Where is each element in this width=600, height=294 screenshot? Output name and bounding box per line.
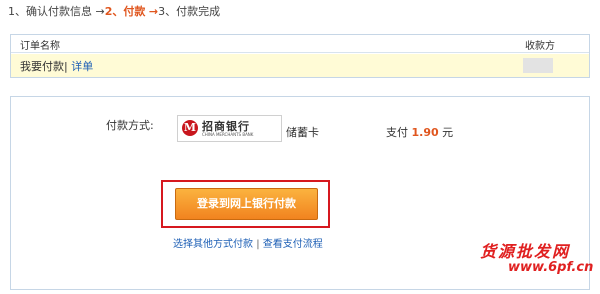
order-table: 订单名称 收款方 我要付款| 详单 [10, 34, 590, 78]
other-payment-method-link[interactable]: 选择其他方式付款 [173, 239, 253, 250]
step-complete: 3、付款完成 [158, 5, 221, 18]
login-online-bank-button[interactable]: 登录到网上银行付款 [175, 188, 318, 220]
payment-method-label: 付款方式: [106, 119, 154, 132]
details-link[interactable]: 详单 [71, 60, 93, 73]
order-name-header: 订单名称 [20, 41, 60, 52]
currency-label: 元 [442, 126, 454, 139]
view-payment-flow-link[interactable]: 查看支付流程 [263, 239, 323, 250]
order-row: 我要付款| 详单 [11, 54, 589, 77]
order-separator: | [64, 60, 68, 73]
site-watermark: 货源批发网 www.6pf.cn [480, 238, 595, 288]
payee-header: 收款方 [525, 41, 555, 52]
step-arrow-2: → [148, 5, 159, 18]
order-name: 我要付款 [20, 60, 64, 73]
payment-links: 选择其他方式付款 | 查看支付流程 [173, 235, 323, 250]
amount-value: 1.90 [411, 126, 439, 139]
watermark-title: 货源批发网 [480, 242, 571, 261]
pay-label: 支付 [386, 126, 408, 139]
card-type: 储蓄卡 [286, 126, 319, 139]
bank-logo: M 招商银行 CHINA MERCHANTS BANK [177, 115, 282, 142]
cmb-logo-icon: M [182, 120, 198, 136]
step-confirm: 1、确认付款信息 [8, 5, 92, 18]
bank-name-en: CHINA MERCHANTS BANK [202, 132, 254, 137]
step-pay: 2、付款 [104, 5, 146, 18]
order-table-header: 订单名称 收款方 [11, 35, 589, 53]
payee-cell [523, 58, 553, 73]
payment-amount: 支付 1.90 元 [386, 124, 453, 140]
step-arrow-1: → [95, 5, 105, 18]
links-separator: | [256, 239, 260, 250]
progress-steps: 1、确认付款信息 →2、付款 →3、付款完成 [8, 4, 220, 20]
watermark-url: www.6pf.cn [508, 260, 594, 275]
order-name-cell: 我要付款| 详单 [20, 58, 93, 74]
